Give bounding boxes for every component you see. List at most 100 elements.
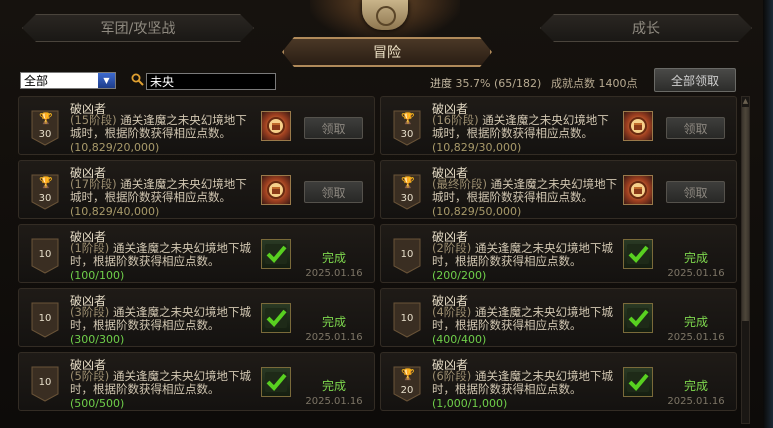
achievement-card: 10 破凶者 (4阶段) 通关逢魔之未央幻境地下城时，根据阶数获得相应点数。 (400… — [380, 288, 737, 347]
achievement-description: (16阶段) 通关逢魔之未央幻境地下城时，根据阶数获得相应点数。 — [432, 114, 620, 140]
progress-percent: 35.7% — [455, 77, 491, 90]
completion-date: 2025.01.16 — [667, 268, 725, 279]
tier-badge: 10 — [31, 238, 59, 274]
achievement-list: 🏆 30 破凶者 (15阶段) 通关逢魔之未央幻境地下城时，根据阶数获得相应点数。 (1… — [18, 96, 740, 428]
reward-chest-icon[interactable] — [623, 111, 653, 141]
status-completed: 完成 — [683, 315, 708, 329]
tab-legion-siege[interactable]: 军团/攻坚战 — [22, 14, 254, 42]
tier-badge: 10 — [31, 302, 59, 338]
tier-badge: 🏆 30 — [31, 110, 59, 146]
achievement-stage: (15阶段) — [70, 113, 117, 127]
trophy-icon: 🏆 — [401, 368, 415, 381]
completion-date: 2025.01.16 — [667, 332, 725, 343]
achievement-card: 🏆 30 破凶者 (16阶段) 通关逢魔之未央幻境地下城时，根据阶数获得相应点数。 (1… — [380, 96, 737, 155]
achievement-stage: (3阶段) — [70, 305, 110, 319]
achievement-stage: (最终阶段) — [432, 177, 487, 191]
completion-date: 2025.01.16 — [305, 332, 363, 343]
trophy-icon: 🏆 — [401, 112, 415, 125]
completed-check-icon — [623, 303, 653, 333]
achievement-points: 成就点数 1400点 — [551, 75, 638, 91]
badge-points: 30 — [38, 129, 52, 140]
scroll-up-arrow-icon[interactable]: ▲ — [742, 97, 749, 107]
badge-points: 10 — [400, 249, 414, 260]
achievement-description: (17阶段) 通关逢魔之未央幻境地下城时，根据阶数获得相应点数。 — [70, 178, 258, 204]
claim-button[interactable]: 领取 — [304, 117, 363, 139]
achievement-stage: (17阶段) — [70, 177, 117, 191]
achievement-card: 🏆 30 破凶者 (最终阶段) 通关逢魔之未央幻境地下城时，根据阶数获得相应点数。 (1… — [380, 160, 737, 219]
status-completed: 完成 — [321, 379, 346, 393]
achievement-progress: (500/500) — [70, 397, 125, 410]
achievement-progress: (10,829/20,000) — [70, 141, 160, 154]
window-edge — [763, 0, 773, 428]
achievement-card: 🏆 20 破凶者 (6阶段) 通关逢魔之未央幻境地下城时，根据阶数获得相应点数。 (1,… — [380, 352, 737, 411]
badge-points: 10 — [400, 313, 414, 324]
achievement-stage: (2阶段) — [432, 241, 472, 255]
chevron-down-icon[interactable]: ▼ — [98, 73, 115, 88]
completed-check-icon — [261, 303, 291, 333]
achievement-progress: (100/100) — [70, 269, 125, 282]
achievement-card: 🏆 30 破凶者 (17阶段) 通关逢魔之未央幻境地下城时，根据阶数获得相应点数。 (1… — [18, 160, 375, 219]
achievement-stage: (5阶段) — [70, 369, 110, 383]
badge-points: 30 — [400, 129, 414, 140]
achievement-stage: (4阶段) — [432, 305, 472, 319]
achievement-stage: (16阶段) — [432, 113, 479, 127]
achievement-progress: (200/200) — [432, 269, 487, 282]
achievement-description: (1阶段) 通关逢魔之未央幻境地下城时，根据阶数获得相应点数。 — [70, 242, 258, 268]
claim-button[interactable]: 领取 — [666, 181, 725, 203]
completed-check-icon — [261, 367, 291, 397]
status-completed: 完成 — [321, 315, 346, 329]
badge-points: 10 — [38, 313, 52, 324]
achievement-progress: (300/300) — [70, 333, 125, 346]
completion-date: 2025.01.16 — [667, 396, 725, 407]
tier-badge: 🏆 30 — [31, 174, 59, 210]
reward-chest-icon[interactable] — [261, 175, 291, 205]
badge-points: 10 — [38, 377, 52, 388]
achievement-card: 🏆 30 破凶者 (15阶段) 通关逢魔之未央幻境地下城时，根据阶数获得相应点数。 (1… — [18, 96, 375, 155]
category-select-value: 全部 — [24, 74, 49, 88]
tab-adventure[interactable]: 冒险 — [282, 37, 492, 67]
trophy-icon: 🏆 — [401, 176, 415, 189]
achievement-window: 军团/攻坚战 成长 冒险 全部 ▼ 未央 进度 35.7% (65/182) 成… — [0, 0, 773, 428]
badge-points: 30 — [400, 193, 414, 204]
achievement-description: (5阶段) 通关逢魔之未央幻境地下城时，根据阶数获得相应点数。 — [70, 370, 258, 396]
achievement-stage: (1阶段) — [70, 241, 110, 255]
achievement-description: (4阶段) 通关逢魔之未央幻境地下城时，根据阶数获得相应点数。 — [432, 306, 620, 332]
achievement-description: (最终阶段) 通关逢魔之未央幻境地下城时，根据阶数获得相应点数。 — [432, 178, 620, 204]
achievement-description: (2阶段) 通关逢魔之未央幻境地下城时，根据阶数获得相应点数。 — [432, 242, 620, 268]
badge-points: 10 — [38, 249, 52, 260]
completion-date: 2025.01.16 — [305, 268, 363, 279]
tier-badge: 🏆 30 — [393, 174, 421, 210]
progress-label: 进度 — [430, 77, 452, 90]
claim-button[interactable]: 领取 — [304, 181, 363, 203]
scroll-thumb[interactable] — [742, 107, 749, 321]
list-scrollbar[interactable]: ▲ — [741, 96, 750, 424]
achievement-progress: (1,000/1,000) — [432, 397, 508, 410]
tab-growth[interactable]: 成长 — [540, 14, 752, 42]
achievement-progress: (10,829/30,000) — [432, 141, 522, 154]
achievement-description: (15阶段) 通关逢魔之未央幻境地下城时，根据阶数获得相应点数。 — [70, 114, 258, 140]
reward-chest-icon[interactable] — [261, 111, 291, 141]
achievement-progress: (10,829/40,000) — [70, 205, 160, 218]
achievement-card: 10 破凶者 (2阶段) 通关逢魔之未央幻境地下城时，根据阶数获得相应点数。 (200… — [380, 224, 737, 283]
progress-readout: 进度 35.7% (65/182) — [430, 75, 541, 91]
claim-button[interactable]: 领取 — [666, 117, 725, 139]
achievement-progress: (400/400) — [432, 333, 487, 346]
tier-badge: 10 — [31, 366, 59, 402]
trophy-icon: 🏆 — [39, 176, 53, 189]
completion-date: 2025.01.16 — [305, 396, 363, 407]
tier-badge: 10 — [393, 302, 421, 338]
claim-all-button[interactable]: 全部领取 — [654, 68, 736, 92]
reward-chest-icon[interactable] — [623, 175, 653, 205]
category-select[interactable]: 全部 ▼ — [20, 72, 116, 89]
search-input[interactable]: 未央 — [146, 73, 276, 90]
badge-points: 30 — [38, 193, 52, 204]
completed-check-icon — [623, 239, 653, 269]
achievement-card: 10 破凶者 (5阶段) 通关逢魔之未央幻境地下城时，根据阶数获得相应点数。 (500… — [18, 352, 375, 411]
tier-badge: 🏆 20 — [393, 366, 421, 402]
status-completed: 完成 — [683, 379, 708, 393]
search-icon — [131, 73, 144, 86]
achievement-card: 10 破凶者 (3阶段) 通关逢魔之未央幻境地下城时，根据阶数获得相应点数。 (300… — [18, 288, 375, 347]
achievement-stage: (6阶段) — [432, 369, 472, 383]
tier-badge: 🏆 30 — [393, 110, 421, 146]
progress-fraction: (65/182) — [493, 77, 542, 90]
